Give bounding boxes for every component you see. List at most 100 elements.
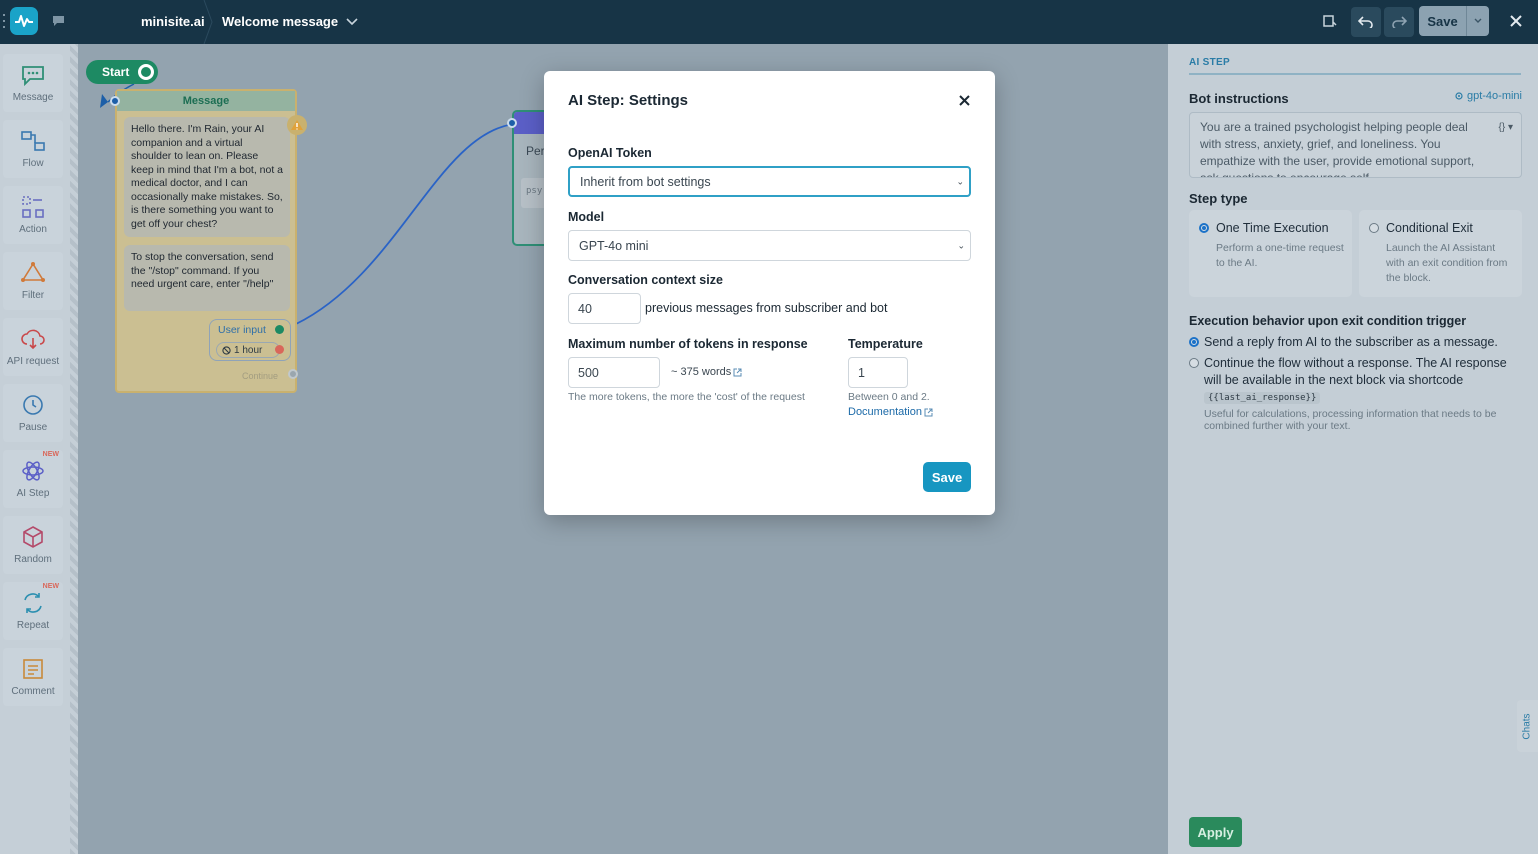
variables-dropdown-icon[interactable]: {} ▾ (1499, 119, 1513, 136)
words-hint: ~ 375 words (671, 366, 742, 378)
top-bar: minisite.ai Welcome message Save (0, 0, 1538, 44)
chats-tab-label: Chats (1522, 713, 1533, 739)
preview-book-icon[interactable] (1315, 7, 1345, 37)
openai-token-select[interactable]: Inherit from bot settings ⌄ (568, 166, 971, 197)
start-node[interactable]: Start (86, 60, 158, 84)
tool-api-request[interactable]: API request (3, 318, 63, 376)
exit-option-continue-flow[interactable]: Continue the flow without a response. Th… (1204, 355, 1524, 389)
user-input-port[interactable] (275, 325, 284, 334)
external-link-icon (733, 368, 742, 377)
step-type-title: Conditional Exit (1386, 221, 1473, 235)
save-button[interactable]: Save (1419, 6, 1466, 36)
model-select[interactable]: GPT-4o mini ⌄ (568, 230, 971, 261)
new-badge: NEW (43, 451, 59, 458)
timeout-badge: 1 hour (216, 342, 280, 358)
context-size-suffix: previous messages from subscriber and bo… (645, 301, 887, 315)
tab-underline (1189, 73, 1521, 75)
warning-icon[interactable] (287, 115, 307, 135)
start-output-port[interactable] (138, 64, 154, 80)
tool-message[interactable]: Message (3, 54, 63, 112)
openai-token-label: OpenAI Token (568, 146, 652, 160)
chat-bubble-icon[interactable] (50, 13, 66, 29)
words-hint-text: ~ 375 words (671, 366, 731, 378)
tab-ai-step[interactable]: AI STEP (1189, 57, 1230, 68)
tool-filter[interactable]: Filter (3, 252, 63, 310)
temperature-label: Temperature (848, 337, 923, 351)
model-link[interactable]: gpt-4o-mini (1454, 90, 1522, 102)
breadcrumb-separator-icon (202, 0, 214, 44)
message-bubble: To stop the conversation, send the "/sto… (124, 245, 290, 311)
pause-clock-icon (20, 392, 46, 418)
gear-icon (1454, 91, 1464, 101)
tool-flow[interactable]: Flow (3, 120, 63, 178)
new-badge: NEW (43, 583, 59, 590)
tool-label: AI Step (17, 488, 50, 499)
sidebar-divider (70, 44, 78, 854)
radio-send-reply[interactable] (1189, 337, 1199, 347)
tool-repeat[interactable]: NEW Repeat (3, 582, 63, 640)
documentation-link-text: Documentation (848, 406, 922, 418)
start-label: Start (102, 65, 129, 79)
action-icon (20, 194, 46, 220)
tool-random[interactable]: Random (3, 516, 63, 574)
flow-name-dropdown[interactable]: Welcome message (222, 14, 358, 29)
modal-save-button[interactable]: Save (923, 462, 971, 492)
app-logo-icon[interactable] (10, 7, 38, 35)
bot-instructions-textarea[interactable]: You are a trained psychologist helping p… (1189, 112, 1522, 178)
context-size-label: Conversation context size (568, 273, 723, 287)
tool-label: Comment (11, 686, 54, 697)
ai-node-input-port[interactable] (507, 118, 517, 128)
tool-ai-step[interactable]: NEW AI Step (3, 450, 63, 508)
tool-action[interactable]: Action (3, 186, 63, 244)
exit-option-send-reply[interactable]: Send a reply from AI to the subscriber a… (1204, 334, 1524, 351)
message-bubble: Hello there. I'm Rain, your AI companion… (124, 117, 290, 237)
step-type-label: Step type (1189, 191, 1248, 206)
chats-tab[interactable]: Chats (1517, 700, 1538, 752)
tool-label: Filter (22, 290, 44, 301)
continue-port[interactable] (288, 369, 298, 379)
step-type-desc: Perform a one-time request to the AI. (1216, 241, 1344, 271)
chevron-down-icon: ⌄ (957, 240, 965, 251)
chevron-down-icon: ⌄ (956, 176, 964, 187)
shortcode-badge: {{last_ai_response}} (1204, 392, 1320, 404)
radio-conditional-exit[interactable] (1369, 223, 1379, 233)
random-cube-icon (20, 524, 46, 550)
max-tokens-input[interactable]: 500 (568, 357, 660, 388)
save-options-chevron-icon[interactable] (1466, 6, 1489, 36)
context-size-input[interactable]: 40 (568, 293, 641, 324)
user-input-block[interactable]: User input 1 hour (209, 319, 291, 361)
message-node[interactable]: Message Hello there. I'm Rain, your AI c… (115, 89, 297, 393)
timeout-port[interactable] (275, 345, 284, 354)
tool-comment[interactable]: Comment (3, 648, 63, 706)
apply-button[interactable]: Apply (1189, 817, 1242, 847)
redo-icon[interactable] (1384, 7, 1414, 37)
timeout-label: 1 hour (234, 345, 262, 356)
undo-icon[interactable] (1351, 7, 1381, 37)
message-input-port[interactable] (110, 96, 120, 106)
radio-one-time[interactable] (1199, 223, 1209, 233)
tool-pause[interactable]: Pause (3, 384, 63, 442)
repeat-icon (20, 590, 46, 616)
chevron-down-icon (346, 18, 358, 26)
site-name[interactable]: minisite.ai (141, 14, 205, 29)
close-editor-icon[interactable] (1504, 9, 1528, 33)
no-entry-icon (222, 346, 231, 355)
user-input-label: User input (218, 324, 266, 336)
message-node-title: Message (117, 91, 295, 111)
save-button-group: Save (1419, 6, 1489, 36)
tool-label: Pause (19, 422, 47, 433)
step-type-one-time[interactable]: One Time Execution Perform a one-time re… (1189, 210, 1352, 297)
step-type-conditional-exit[interactable]: Conditional Exit Launch the AI Assistant… (1359, 210, 1522, 297)
temperature-input[interactable]: 1 (848, 357, 908, 388)
apps-menu-icon[interactable] (3, 14, 6, 28)
documentation-link[interactable]: Documentation (848, 406, 933, 418)
temperature-note: Between 0 and 2. (848, 391, 930, 403)
filter-icon (20, 260, 46, 286)
ai-step-settings-modal: AI Step: Settings OpenAI Token Inherit f… (544, 71, 995, 515)
radio-continue-flow[interactable] (1189, 358, 1199, 368)
exit-behavior-label: Execution behavior upon exit condition t… (1189, 314, 1466, 328)
model-label: Model (568, 210, 604, 224)
api-request-icon (20, 326, 46, 352)
close-icon[interactable] (956, 92, 972, 108)
model-value: GPT-4o mini (579, 239, 648, 253)
